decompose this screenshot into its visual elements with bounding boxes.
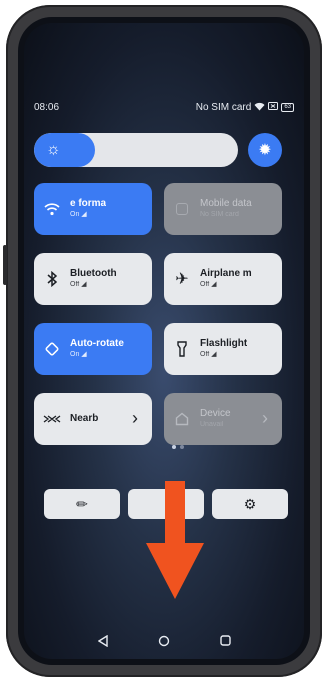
- tile-label: Device: [200, 408, 231, 419]
- airplane-icon: ✈: [175, 271, 189, 288]
- wifi-icon: [254, 102, 265, 113]
- tile-status: Off ◢: [70, 281, 87, 288]
- arrow-down-icon: [146, 481, 204, 599]
- home-icon[interactable]: [152, 635, 176, 650]
- tile-status: On ◢: [70, 211, 87, 218]
- device-controls-icon: [164, 412, 200, 426]
- recents-icon[interactable]: [213, 635, 237, 649]
- tile-internet[interactable]: e forma On ◢: [34, 183, 152, 235]
- phone-frame: 08:06 No SIM card 63 ☼ ✹ e forma On ◢ Mo…: [3, 5, 322, 677]
- auto-rotate-icon: [34, 341, 70, 357]
- gear-icon: ⚙: [243, 495, 257, 512]
- tile-label: Airplane m: [200, 268, 252, 279]
- page-indicator: [172, 445, 184, 449]
- mobile-data-icon: [164, 203, 200, 215]
- tile-device-controls[interactable]: Device Unavail ›: [164, 393, 282, 445]
- navigation-bar: [24, 631, 304, 653]
- tile-airplane-mode[interactable]: ✈ Airplane m Off ◢: [164, 253, 282, 305]
- chevron-right-icon: ›: [262, 408, 268, 428]
- tile-bluetooth[interactable]: Bluetooth Off ◢: [34, 253, 152, 305]
- wifi-icon: [34, 202, 70, 216]
- status-time: 08:06: [34, 101, 60, 113]
- tile-status: No SIM card: [200, 211, 239, 218]
- brightness-slider-fill: [34, 133, 96, 167]
- quick-settings-screen: 08:06 No SIM card 63 ☼ ✹ e forma On ◢ Mo…: [24, 23, 304, 659]
- tile-label: e forma: [70, 198, 107, 209]
- back-icon[interactable]: [91, 634, 115, 650]
- tile-auto-rotate[interactable]: Auto-rotate On ◢: [34, 323, 152, 375]
- auto-brightness-button[interactable]: ✹: [248, 133, 282, 167]
- chevron-right-icon: ›: [132, 408, 138, 428]
- settings-button[interactable]: ⚙: [212, 489, 288, 519]
- tile-label: Mobile data: [200, 198, 252, 209]
- tile-status: Off ◢: [200, 351, 217, 358]
- page-dot-active: [172, 445, 176, 449]
- sim-icon: [268, 102, 279, 112]
- tile-nearby-share[interactable]: Nearb ›: [34, 393, 152, 445]
- flashlight-icon: [164, 341, 200, 357]
- tile-label: Flashlight: [200, 338, 248, 349]
- tile-status: On ◢: [70, 351, 87, 358]
- tile-label: Bluetooth: [70, 268, 117, 279]
- status-right: No SIM card 63: [196, 102, 294, 113]
- tile-status: Unavail: [200, 421, 224, 428]
- brightness-row: ☼ ✹: [34, 133, 284, 167]
- bluetooth-icon: [34, 271, 70, 287]
- tile-mobile-data[interactable]: Mobile data No SIM card: [164, 183, 282, 235]
- auto-brightness-icon: ✹: [258, 142, 272, 159]
- tile-label: Auto-rotate: [70, 338, 124, 349]
- nearby-share-icon: [34, 414, 70, 424]
- tile-status: Off ◢: [200, 281, 217, 288]
- battery-icon: 63: [281, 102, 294, 112]
- phone-bezel: 08:06 No SIM card 63 ☼ ✹ e forma On ◢ Mo…: [18, 17, 310, 665]
- tile-label: Nearb: [70, 413, 99, 424]
- sun-icon: ☼: [46, 141, 61, 158]
- tile-flashlight[interactable]: Flashlight Off ◢: [164, 323, 282, 375]
- page-dot: [180, 445, 184, 449]
- power-side-button: [3, 245, 7, 285]
- sim-status-text: No SIM card: [195, 101, 252, 113]
- edit-button[interactable]: ✏: [44, 489, 120, 519]
- status-bar: 08:06 No SIM card 63: [34, 99, 294, 115]
- pencil-icon: ✏: [76, 495, 88, 512]
- brightness-slider[interactable]: ☼: [34, 133, 238, 167]
